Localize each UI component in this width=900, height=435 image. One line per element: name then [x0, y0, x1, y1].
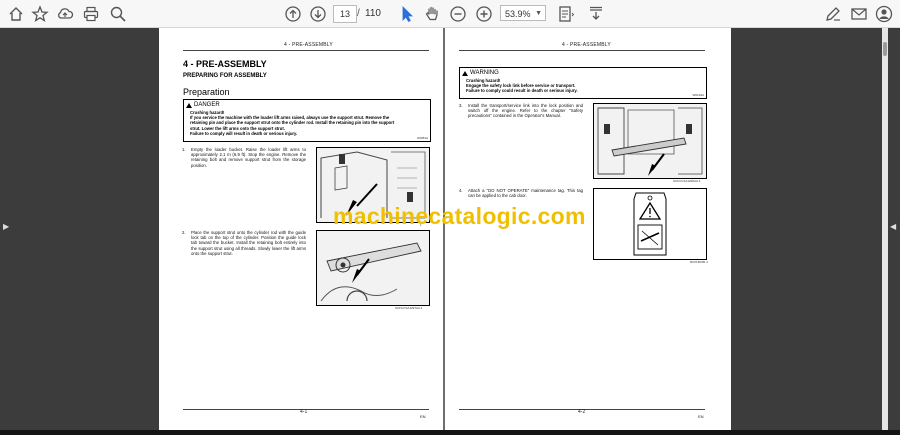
warning-code: W0149A: [692, 93, 704, 97]
email-icon[interactable]: [849, 4, 869, 24]
download-icon[interactable]: [586, 4, 606, 24]
zoom-level-value: 53.9%: [505, 9, 531, 19]
cylinder-illustration: [317, 231, 429, 305]
toolbar: 13 / 110 53.9% ▼: [0, 0, 900, 28]
danger-box: DANGER Crushing hazard! If you service t…: [183, 99, 431, 142]
step-number: 3.: [459, 103, 463, 108]
warning-label: WARNING: [470, 70, 499, 76]
figure-do-not-operate-tag: [593, 188, 707, 260]
warning-triangle-icon: [186, 102, 192, 108]
taskbar-strip: [0, 430, 900, 435]
page-separator: /: [357, 8, 360, 19]
left-page-title: 4 - PRE-ASSEMBLY: [183, 59, 267, 69]
page-total: 110: [365, 8, 381, 19]
left-page-subtitle: PREPARING FOR ASSEMBLY: [183, 73, 267, 79]
previous-page-arrow-icon[interactable]: ▶: [3, 222, 9, 231]
danger-line: retaining pin and place the support stru…: [190, 120, 395, 126]
right-language-code: EN: [698, 414, 704, 419]
warning-line: Failure to comply could result in death …: [466, 88, 578, 94]
vertical-scrollbar[interactable]: [882, 28, 888, 430]
warning-box: WARNING Crushing hazard! Engage the safe…: [459, 67, 707, 99]
bookmark-icon[interactable]: [30, 4, 50, 24]
tag-illustration: [594, 189, 706, 259]
danger-label: DANGER: [194, 102, 220, 108]
figure-lock-link: [593, 103, 707, 179]
step-4: 4. Attach a "DO NOT OPERATE" maintenance…: [459, 188, 583, 199]
watermark-text: machinecatalogic.com: [333, 203, 586, 229]
right-header-rule: [459, 50, 705, 51]
page-number-input[interactable]: 13: [333, 5, 357, 23]
scroll-down-icon[interactable]: [308, 4, 328, 24]
step-text: Empty the loader bucket. Raise the loade…: [191, 147, 306, 168]
warning-text: Crushing hazard! Engage the safety lock …: [466, 78, 578, 94]
step-number: 4.: [459, 188, 463, 193]
step-number: 1.: [182, 147, 186, 152]
home-icon[interactable]: [6, 4, 26, 24]
figure-code: SCFCCSA1296AA 3: [673, 179, 701, 183]
step-2: 2. Place the support strut onto the cyli…: [182, 230, 306, 256]
account-icon[interactable]: [874, 4, 894, 24]
danger-line: Failure to comply will result in death o…: [190, 130, 298, 136]
scrollbar-thumb[interactable]: [883, 42, 887, 56]
warning-header: WARNING: [462, 70, 499, 76]
figure-code: RCPH0005 4: [690, 260, 708, 264]
zoom-in-icon[interactable]: [474, 4, 494, 24]
fit-page-icon[interactable]: [556, 4, 576, 24]
chevron-down-icon: ▼: [535, 10, 542, 17]
danger-text: Crushing hazard! If you service the mach…: [190, 110, 394, 136]
sign-pen-icon[interactable]: [823, 4, 843, 24]
step-text: Install the transport/service link into …: [468, 103, 583, 119]
warning-triangle-icon: [462, 70, 468, 76]
danger-header: DANGER: [186, 102, 220, 108]
figure-support-strut-installed: [316, 230, 430, 306]
scroll-up-icon[interactable]: [283, 4, 303, 24]
step-text: Place the support strut onto the cylinde…: [191, 230, 306, 256]
step-number: 2.: [182, 230, 186, 235]
zoom-level-select[interactable]: 53.9% ▼: [500, 5, 546, 21]
select-pointer-icon[interactable]: [397, 4, 417, 24]
hand-tool-icon[interactable]: [422, 4, 442, 24]
step-1: 1. Empty the loader bucket. Raise the lo…: [182, 147, 306, 168]
left-language-code: EN: [420, 414, 426, 419]
left-page-number: 4-1: [300, 409, 308, 415]
lock-link-illustration: [594, 104, 706, 178]
cloud-upload-icon[interactable]: [55, 4, 75, 24]
danger-code: D0053A: [417, 136, 428, 140]
step-3: 3. Install the transport/service link in…: [459, 103, 583, 119]
left-header-rule: [183, 50, 429, 51]
step-text: Attach a "DO NOT OPERATE" maintenance ta…: [468, 188, 583, 199]
print-icon[interactable]: [81, 4, 101, 24]
right-page-number: 4-2: [578, 409, 586, 415]
right-page-header: 4 - PRE-ASSEMBLY: [562, 42, 611, 48]
left-page-header: 4 - PRE-ASSEMBLY: [284, 42, 333, 48]
zoom-search-icon[interactable]: [108, 4, 128, 24]
next-page-arrow-icon[interactable]: ◀: [890, 222, 896, 231]
figure-code: SCFCCSA1297AA 2: [395, 306, 423, 310]
section-heading: Preparation: [183, 87, 230, 97]
zoom-out-icon[interactable]: [448, 4, 468, 24]
